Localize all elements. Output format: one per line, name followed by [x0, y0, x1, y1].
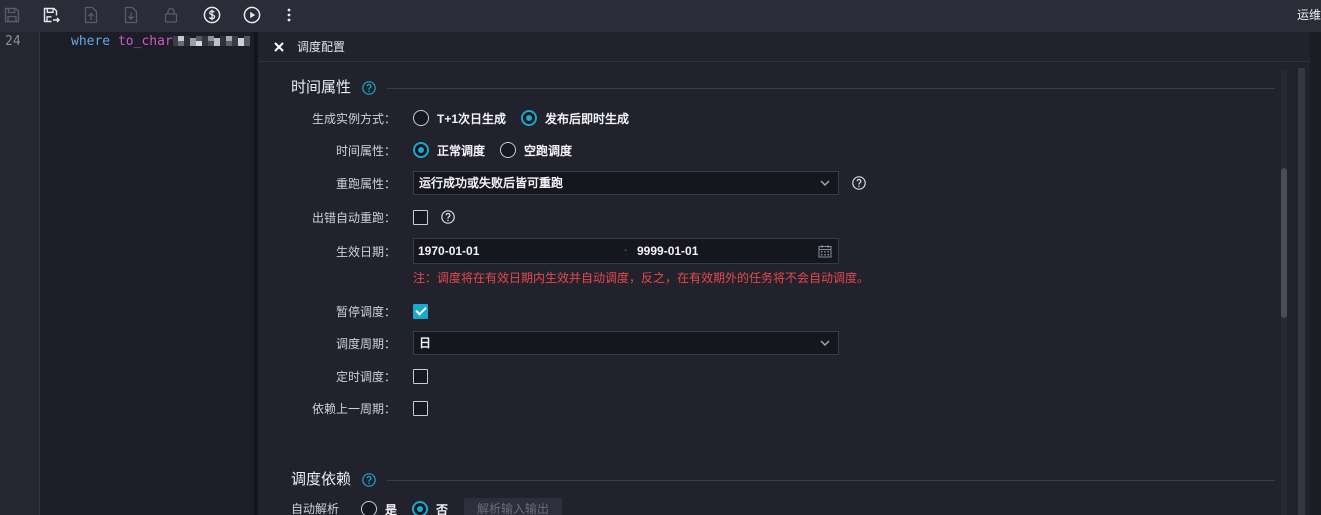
radio-button[interactable]: [413, 110, 429, 126]
depend-previous-control: [413, 400, 428, 416]
depend-previous-row: 依赖上一周期：: [258, 396, 1218, 420]
lock-icon[interactable]: [162, 6, 180, 24]
sql-function: to_char: [117, 34, 173, 49]
radio-option-immediate[interactable]: 发布后即时生成: [521, 110, 629, 127]
instance-mode-radio-group: T+1次日生成 发布后即时生成: [413, 110, 644, 127]
timed-schedule-label: 定时调度：: [335, 369, 396, 384]
help-icon[interactable]: [441, 210, 455, 224]
more-vertical-icon[interactable]: [280, 6, 298, 24]
calendar-icon[interactable]: [818, 244, 832, 258]
scrollbar-thumb[interactable]: [1281, 168, 1287, 318]
help-icon[interactable]: [362, 81, 376, 95]
rerun-label: 重跑属性：: [335, 176, 396, 191]
auto-rerun-control: [413, 209, 455, 225]
line-gutter: 24: [0, 32, 40, 515]
pause-schedule-checkbox[interactable]: [413, 303, 428, 319]
radio-option-t-plus-1[interactable]: T+1次日生成: [413, 110, 506, 127]
effective-date-label: 生效日期：: [335, 244, 396, 259]
parse-io-button[interactable]: 解析输入输出: [464, 498, 563, 515]
radio-option-label: 正常调度: [437, 143, 486, 158]
time-attribute-label: 时间属性：: [335, 143, 396, 158]
app-window: 运维 24 where to_char 调度配置 时间属性 生成实例方式： T+…: [0, 0, 1321, 515]
radio-option-normal[interactable]: 正常调度: [413, 142, 485, 159]
rerun-select-value: 运行成功或失败后皆可重跑: [419, 176, 564, 190]
radio-button[interactable]: [500, 142, 517, 158]
download-icon[interactable]: [122, 6, 140, 24]
radio-option-label: 发布后即时生成: [545, 111, 630, 126]
timed-schedule-row: 定时调度：: [258, 364, 1218, 388]
ops-menu-link[interactable]: 运维: [1297, 0, 1321, 30]
radio-option-yes[interactable]: 是: [361, 501, 397, 515]
help-icon[interactable]: [852, 176, 866, 190]
radio-button[interactable]: [361, 501, 377, 515]
schedule-cycle-select[interactable]: 日: [413, 331, 839, 355]
radio-button[interactable]: [413, 142, 429, 158]
save-icon[interactable]: [3, 6, 21, 24]
depend-previous-checkbox[interactable]: [413, 400, 428, 416]
redacted-text-mosaic: [173, 34, 253, 53]
panel-title: 调度配置: [297, 40, 346, 54]
radio-option-label: 是: [385, 502, 398, 515]
rerun-row: 重跑属性： 运行成功或失败后皆可重跑: [258, 171, 1218, 195]
schedule-cycle-row: 调度周期： 日: [258, 331, 1218, 355]
time-attribute-row: 时间属性： 正常调度 空跑调度: [258, 138, 1218, 162]
section-divider: [387, 480, 1275, 481]
line-number: 24: [5, 34, 21, 49]
rerun-control: 运行成功或失败后皆可重跑: [413, 171, 866, 195]
date-range-picker[interactable]: 1970-01-01 - 9999-01-01: [413, 238, 839, 264]
save-as-icon[interactable]: [42, 6, 60, 24]
auto-rerun-label: 出错自动重跑：: [311, 210, 396, 225]
dollar-circle-icon[interactable]: [203, 6, 221, 24]
section-divider: [387, 88, 1275, 89]
radio-button[interactable]: [521, 110, 538, 126]
radio-button[interactable]: [412, 501, 429, 515]
date-start-input[interactable]: 1970-01-01: [418, 239, 479, 263]
panel-header: 调度配置: [258, 32, 1310, 62]
code-line[interactable]: where to_char: [71, 33, 173, 51]
radio-option-dry-run[interactable]: 空跑调度: [500, 142, 572, 159]
schedule-cycle-control: 日: [413, 331, 839, 355]
radio-option-no[interactable]: 否: [412, 501, 448, 515]
radio-option-label: 否: [436, 502, 449, 515]
time-attribute-radio-group: 正常调度 空跑调度: [413, 142, 587, 159]
pause-schedule-control: [413, 303, 428, 319]
radio-option-label: T+1次日生成: [437, 111, 507, 126]
timed-schedule-control: [413, 368, 428, 384]
sql-keyword: where: [71, 34, 111, 49]
depend-previous-label: 依赖上一周期：: [311, 401, 396, 416]
date-end-input[interactable]: 9999-01-01: [637, 239, 698, 263]
code-editor[interactable]: 24 where to_char: [0, 32, 254, 515]
rerun-select[interactable]: 运行成功或失败后皆可重跑: [413, 171, 839, 195]
section-title-dependency: 调度依赖: [291, 471, 352, 488]
chevron-down-icon: [819, 177, 831, 189]
date-separator: -: [624, 245, 628, 256]
close-icon[interactable]: [273, 41, 285, 53]
chevron-down-icon: [819, 337, 831, 349]
effective-date-row: 生效日期： 1970-01-01 - 9999-01-01: [258, 238, 1218, 264]
instance-mode-row: 生成实例方式： T+1次日生成 发布后即时生成: [258, 106, 1218, 130]
instance-mode-label: 生成实例方式：: [311, 111, 396, 126]
upload-icon[interactable]: [82, 6, 100, 24]
auto-parse-label: 自动解析: [291, 502, 340, 515]
radio-option-label: 空跑调度: [524, 143, 573, 158]
auto-parse-radio-group: 是 否 解析输入输出: [361, 497, 563, 515]
effective-date-control: 1970-01-01 - 9999-01-01: [413, 238, 839, 264]
play-circle-icon[interactable]: [243, 6, 261, 24]
timed-schedule-checkbox[interactable]: [413, 368, 428, 384]
section-title-time: 时间属性: [291, 79, 352, 96]
pause-schedule-label: 暂停调度：: [335, 304, 396, 319]
help-icon[interactable]: [362, 473, 376, 487]
effective-date-note: 注：调度将在有效日期内生效并自动调度，反之，在有效期外的任务将不会自动调度。: [413, 271, 870, 285]
auto-rerun-checkbox[interactable]: [413, 209, 428, 225]
toolbar: 运维: [0, 0, 1321, 32]
schedule-cycle-label: 调度周期：: [335, 336, 396, 351]
auto-rerun-row: 出错自动重跑：: [258, 205, 1218, 229]
outer-scrollbar[interactable]: [1298, 68, 1305, 515]
schedule-cycle-value: 日: [419, 336, 432, 350]
pause-schedule-row: 暂停调度：: [258, 299, 1218, 323]
schedule-config-panel: 调度配置 时间属性 生成实例方式： T+1次日生成 发布后即时生成 时间属性： …: [258, 32, 1310, 515]
